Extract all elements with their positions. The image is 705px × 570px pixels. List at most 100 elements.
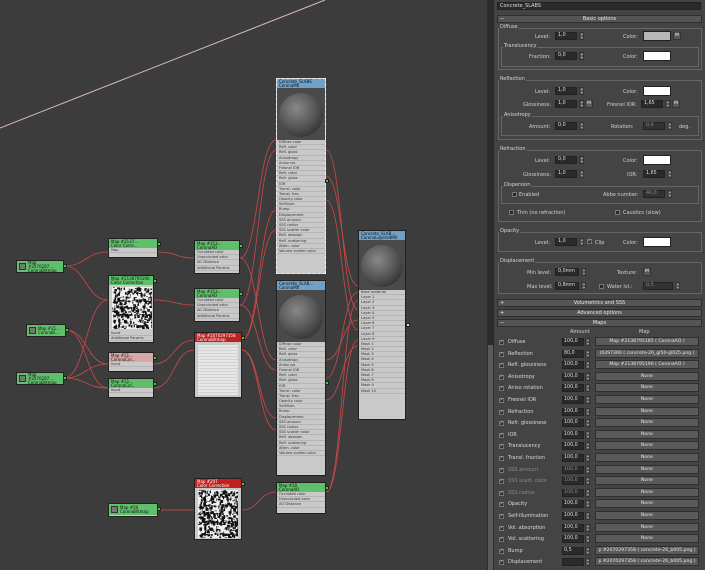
displacement-min-input[interactable]: 0,0mm xyxy=(555,268,579,276)
map-amount-input[interactable]: 100,0 xyxy=(562,465,584,474)
output-port[interactable] xyxy=(157,242,161,246)
map-enable-checkbox[interactable] xyxy=(499,432,504,438)
reflection-level-input[interactable]: 1,0 xyxy=(555,87,577,95)
spinner-arrows[interactable] xyxy=(585,338,590,346)
map-amount-input[interactable]: 100,0 xyxy=(562,454,584,462)
map-amount-input[interactable]: 100,0 xyxy=(562,338,584,346)
opacity-color-swatch[interactable] xyxy=(643,237,671,247)
spinner-arrows[interactable] xyxy=(579,122,584,130)
spinner-arrows[interactable] xyxy=(665,100,670,108)
spinner-arrows[interactable] xyxy=(581,268,586,276)
map-slot-button[interactable]: None xyxy=(595,383,699,393)
panel-scrollbar-thumb[interactable] xyxy=(488,345,493,570)
map-enable-checkbox[interactable] xyxy=(499,339,504,345)
anisotropy-amount-input[interactable]: 0,0 xyxy=(555,122,577,130)
spinner-arrows[interactable] xyxy=(585,372,590,381)
diffuse-color-swatch[interactable] xyxy=(643,31,671,41)
map-slot-button[interactable]: None xyxy=(595,487,699,497)
output-port[interactable] xyxy=(406,323,410,327)
map-enable-checkbox[interactable] xyxy=(499,420,504,427)
node-corona-mtl-1[interactable]: Concrete_SLABS CoronaMtl Diffuse color Ref… xyxy=(276,78,329,274)
map-enable-checkbox[interactable] xyxy=(499,513,504,519)
output-port[interactable] xyxy=(65,328,69,332)
reflection-color-swatch[interactable] xyxy=(643,86,671,96)
spinner-arrows[interactable] xyxy=(585,430,590,439)
map-enable-checkbox[interactable] xyxy=(499,501,504,508)
slot-input[interactable]: Input xyxy=(109,362,153,368)
spinner-arrows[interactable] xyxy=(579,87,584,95)
output-port[interactable] xyxy=(153,356,157,360)
node-color-correction-3[interactable]: Map #21... CoronaCol... Input xyxy=(108,352,157,372)
slot-additional-params[interactable]: Additional Params xyxy=(195,314,239,319)
refraction-glossiness-input[interactable]: 1,0 xyxy=(555,170,577,178)
map-slot-button[interactable]: Map #2138795185 ( CoronaAO ) xyxy=(595,337,699,346)
anisotropy-rotation-input[interactable]: 0,0 xyxy=(643,122,665,130)
slot-ao-distance[interactable]: AO Distance xyxy=(277,502,325,508)
caustics-checkbox[interactable] xyxy=(615,210,620,215)
map-enable-checkbox[interactable] xyxy=(499,362,504,369)
slot-additional-params[interactable]: Additional Params xyxy=(195,266,239,271)
refraction-color-swatch[interactable] xyxy=(643,155,671,165)
map-enable-checkbox[interactable] xyxy=(499,385,504,392)
output-port[interactable] xyxy=(325,381,329,385)
spinner-arrows[interactable] xyxy=(581,282,586,290)
spinner-arrows[interactable] xyxy=(579,156,584,164)
node-corona-ao-3[interactable]: Map #20 CoronaAO Occluded color Unocclude… xyxy=(276,482,329,514)
spinner-arrows[interactable] xyxy=(585,454,590,462)
output-port[interactable] xyxy=(157,507,161,511)
map-slot-button[interactable]: (0297360 ( concrete-26_gl50-gl025.png ) xyxy=(595,348,699,358)
map-amount-input[interactable]: 100,0 xyxy=(562,535,584,544)
map-slot-button[interactable]: None xyxy=(595,441,699,451)
map-amount-input[interactable]: 100,0 xyxy=(562,442,584,451)
map-slot-button[interactable]: None xyxy=(595,395,699,404)
spinner-arrows[interactable] xyxy=(579,52,584,60)
map-slot-button[interactable]: None xyxy=(595,371,699,381)
output-port[interactable] xyxy=(241,482,245,486)
spinner-arrows[interactable] xyxy=(585,442,590,451)
output-port[interactable] xyxy=(153,279,157,283)
node-bitmap-4[interactable]: Map #20 CoronaBitmap xyxy=(108,503,161,517)
reflection-glossiness-input[interactable]: 1,0 xyxy=(555,100,577,108)
spinner-arrows[interactable] xyxy=(585,349,590,358)
map-amount-input[interactable]: 100,0 xyxy=(562,430,584,439)
spinner-arrows[interactable] xyxy=(585,419,590,428)
translucency-color-swatch[interactable] xyxy=(643,51,671,61)
map-enable-checkbox[interactable] xyxy=(499,467,504,473)
material-slot[interactable]: Volume scatter color xyxy=(277,249,325,255)
abbe-number-input[interactable]: 40,0 xyxy=(643,190,665,198)
node-bitmap-red-1[interactable]: Map #2070297358 CoronaBitmap xyxy=(194,332,245,398)
map-amount-input[interactable]: 80,0 xyxy=(562,349,584,358)
translucency-fraction-input[interactable]: 0,0 xyxy=(555,52,577,60)
node-bitmap-red-2[interactable]: Map #207 Color Correction xyxy=(194,478,245,540)
map-slot-button[interactable]: None xyxy=(595,499,699,509)
map-enable-checkbox[interactable] xyxy=(499,559,504,566)
water-level-checkbox[interactable] xyxy=(599,284,604,289)
spinner-arrows[interactable] xyxy=(585,500,590,509)
dispersion-enabled-checkbox[interactable] xyxy=(512,192,517,197)
map-amount-input[interactable]: 100,0 xyxy=(562,512,584,520)
node-corona-layered-mtl[interactable]: Concrete_SLAB... CoronaLayeredMtl Base ma… xyxy=(358,230,410,420)
map-slot-button[interactable]: Map #2138795190 ( CoronaAO ) xyxy=(595,360,699,370)
map-enable-checkbox[interactable] xyxy=(499,397,504,403)
spinner-arrows[interactable] xyxy=(667,190,672,198)
node-corona-mtl-2[interactable]: Concrete_SLAB... CoronaMtl Diffuse color R… xyxy=(276,280,329,476)
map-enable-checkbox[interactable] xyxy=(499,490,504,496)
reflection-glossiness-map-button[interactable]: M xyxy=(585,100,593,108)
map-enable-checkbox[interactable] xyxy=(499,536,504,543)
output-port[interactable] xyxy=(239,292,243,296)
diffuse-level-input[interactable]: 1,0 xyxy=(555,32,577,40)
output-port[interactable] xyxy=(325,486,329,490)
map-slot-button[interactable]: None xyxy=(595,453,699,462)
map-amount-input[interactable]: 0,5 xyxy=(562,546,584,555)
map-enable-checkbox[interactable] xyxy=(499,351,504,357)
map-amount-input[interactable]: 100,0 xyxy=(562,523,584,532)
spinner-arrows[interactable] xyxy=(667,170,672,178)
map-amount-input[interactable]: 100,0 xyxy=(562,396,584,404)
node-bitmap-3[interactable]: Map #2070297... CoronaBitmap xyxy=(16,372,67,385)
node-view-canvas[interactable]: Map #2070297... CoronaBitmap Map #2137...… xyxy=(0,0,487,570)
slot-map[interactable]: Map xyxy=(109,248,157,254)
spinner-arrows[interactable] xyxy=(585,384,590,393)
map-enable-checkbox[interactable] xyxy=(499,374,504,380)
map-slot-button[interactable]: None xyxy=(595,418,699,428)
spinner-arrows[interactable] xyxy=(585,477,590,486)
